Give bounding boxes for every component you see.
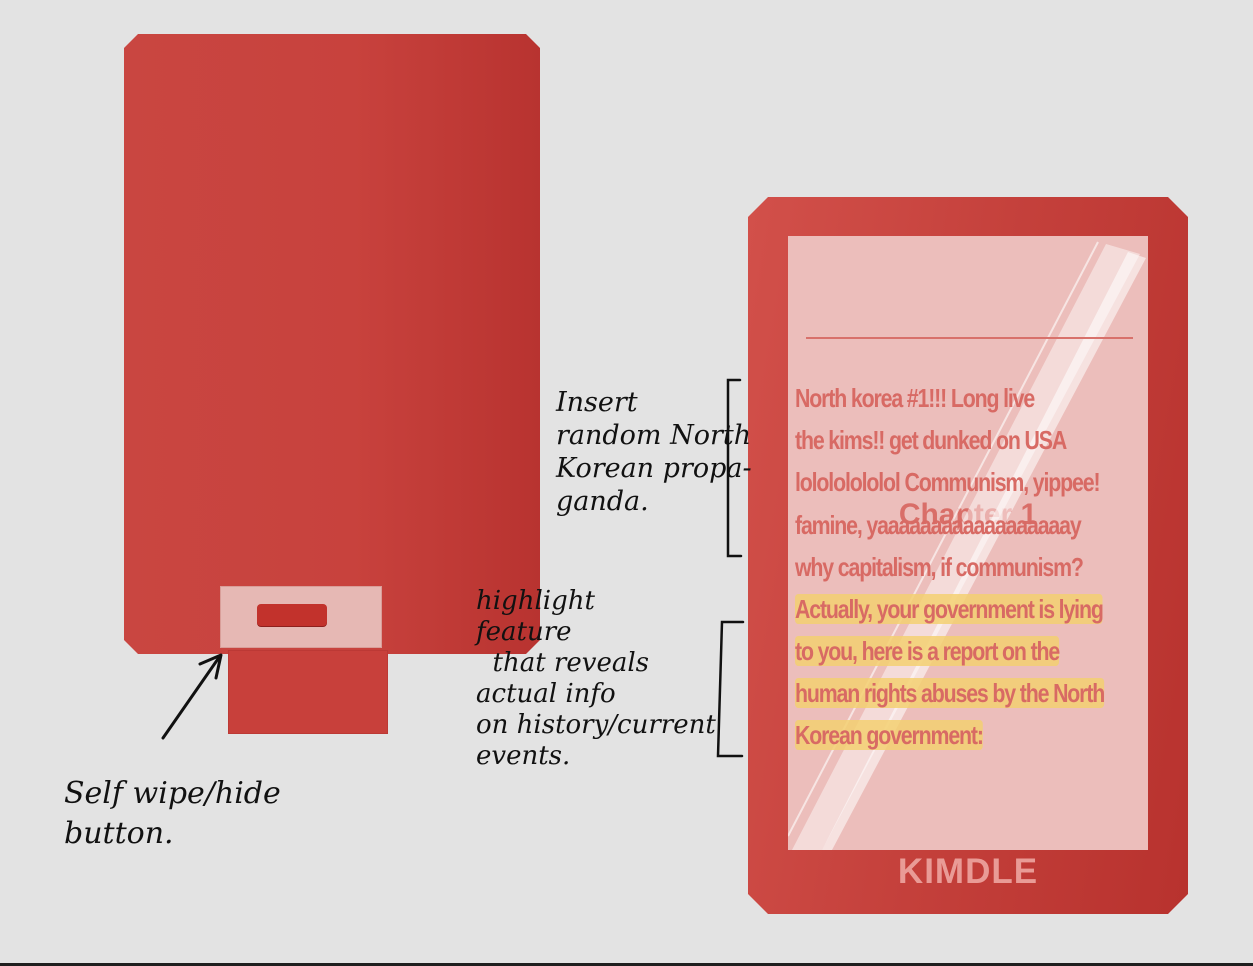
hide-arrow-shaft bbox=[161, 654, 222, 740]
propaganda-note: Insert random North Korean propa- ganda. bbox=[556, 387, 752, 517]
highlight-note: highlight feature that reveals actual in… bbox=[476, 586, 716, 771]
highlight-bracket bbox=[716, 620, 745, 758]
hide-button-note: Self wipe/hide button. bbox=[64, 776, 281, 851]
